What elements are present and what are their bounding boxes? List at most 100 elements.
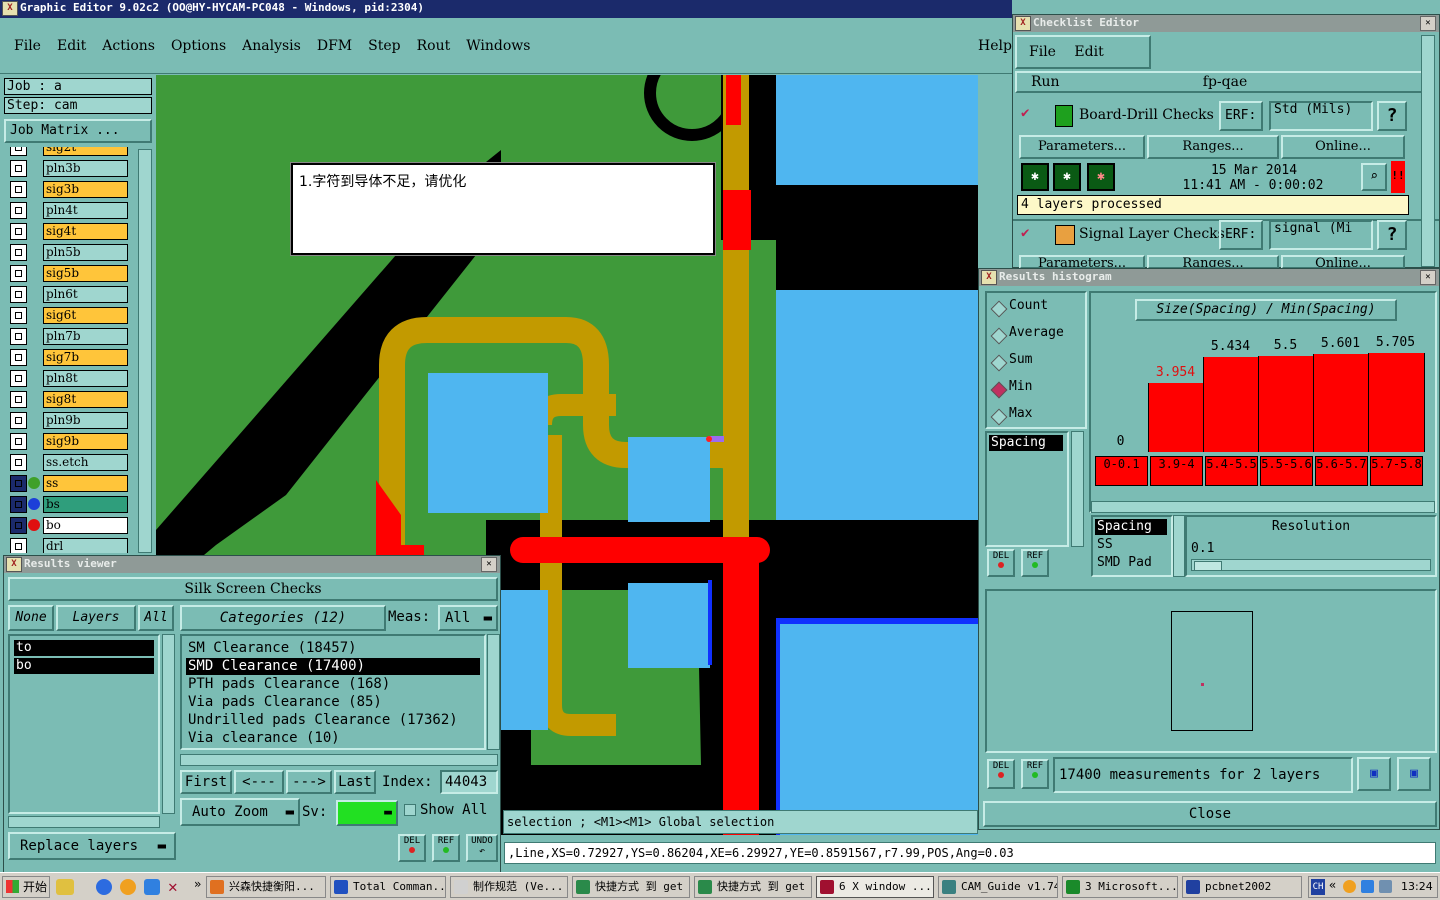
del-button[interactable]: DEL [987,549,1015,577]
menu-dfm[interactable]: DFM [317,38,352,54]
close-icon[interactable]: ✕ [481,557,497,572]
layer-row-bo[interactable]: bo [10,517,128,534]
radio-count[interactable] [990,300,1008,318]
export-icon[interactable]: ▣ [1357,757,1391,791]
layer-row-ss[interactable]: ss [10,475,128,492]
layer-checkbox[interactable] [10,160,27,177]
layer-checkbox[interactable] [10,307,27,324]
none-button[interactable]: None [8,605,54,631]
undo-button[interactable]: UNDO ↶ [466,834,498,862]
menu-help[interactable]: Help [978,38,1012,54]
layer-checkbox[interactable] [10,391,27,408]
layer-row-sig8t[interactable]: sig8t [10,391,128,408]
del-button[interactable]: DEL [398,834,426,862]
layer-row-pln4t[interactable]: pln4t [10,202,128,219]
layer-checkbox[interactable] [10,223,27,240]
radio-max[interactable] [990,408,1008,426]
radio-average[interactable] [990,327,1008,345]
erf-field[interactable]: Std (Mils) [1269,101,1373,131]
close-button[interactable]: Close [983,801,1437,827]
histogram-bar[interactable] [1368,353,1425,452]
layer-row-bs[interactable]: bs [10,496,128,513]
layer-row-sig7b[interactable]: sig7b [10,349,128,366]
close-icon[interactable]: ✕ [1420,16,1436,31]
layer-row-sig2t[interactable]: sig2t [10,147,128,156]
field-list[interactable]: Spacing SS SMD Pad [1091,515,1173,577]
list-item[interactable]: PTH pads Clearance (168) [186,676,480,693]
check-enabled-icon[interactable]: ✔ [1021,225,1029,241]
radio-min[interactable] [990,381,1008,399]
last-button[interactable]: Last [334,770,376,794]
index-input[interactable]: 44043 [440,770,498,794]
layer-scrollbar[interactable] [138,149,152,553]
menu-windows[interactable]: Windows [466,38,530,54]
parameters-button[interactable]: Parameters... [1019,135,1145,159]
tray-app-icon[interactable] [1361,880,1374,893]
online-button[interactable]: Online... [1281,255,1405,269]
layer-row-sig9b[interactable]: sig9b [10,433,128,450]
chart-hscroll[interactable] [1091,501,1435,513]
tray-clock-icon[interactable] [1343,880,1356,893]
spacing-list[interactable]: Spacing [985,431,1069,547]
layer-color-icon[interactable] [28,519,40,531]
browser-icon[interactable] [96,879,112,895]
radio-sum[interactable] [990,354,1008,372]
tray-expand-icon[interactable]: « [1329,878,1336,892]
tray-network-icon[interactable] [1379,880,1392,893]
clock-app-icon[interactable] [120,879,136,895]
layer-checkbox[interactable] [10,181,27,198]
bin-label[interactable]: 0-0.1 [1095,456,1148,486]
menu-file[interactable]: File [14,38,41,54]
list-item[interactable]: SMD Pad [1097,555,1152,571]
layer-checkbox[interactable] [10,538,27,553]
histogram-bar[interactable] [1258,356,1315,452]
layer-list-scrollbar[interactable] [162,634,175,814]
category-hscroll[interactable] [180,754,498,766]
list-item[interactable]: bo [14,658,154,674]
layer-color-icon[interactable] [28,477,40,489]
layer-row-pln9b[interactable]: pln9b [10,412,128,429]
run-icon[interactable]: ✱ [1087,163,1115,191]
layer-checkbox[interactable] [10,147,27,156]
slider-thumb[interactable] [1194,561,1222,571]
menu-edit[interactable]: Edit [57,38,86,54]
taskbar-item[interactable]: 快捷方式 到 get [572,876,690,898]
layer-checkbox[interactable] [10,244,27,261]
auto-zoom-select[interactable]: Auto Zoom ▬ [180,798,300,826]
online-button[interactable]: Online... [1281,135,1405,159]
list-item[interactable]: Spacing [989,435,1063,451]
taskbar-item[interactable]: 快捷方式 到 get [694,876,812,898]
taskbar-item[interactable]: pcbnet2002 [1182,876,1302,898]
layer-checkbox[interactable] [10,265,27,282]
check-enabled-icon[interactable]: ✔ [1021,105,1029,121]
parameters-button[interactable]: Parameters... [1019,255,1145,269]
next-button[interactable]: ---> [286,770,332,794]
show-all-checkbox[interactable] [404,804,416,816]
layer-checkbox[interactable] [10,349,27,366]
bin-label[interactable]: 5.7-5.8 [1370,456,1423,486]
close-icon[interactable]: ✕ [1420,270,1436,285]
ref-button[interactable]: REF [1021,759,1049,789]
layer-list-hscroll[interactable] [8,816,160,828]
field-scrollbar[interactable] [1173,515,1185,577]
bin-label[interactable]: 5.5-5.6 [1260,456,1313,486]
all-button[interactable]: All [138,605,174,631]
more-icon[interactable]: » [194,877,201,891]
run-icon[interactable]: ✱ [1053,163,1081,191]
histogram-bar[interactable] [1203,357,1260,452]
menu-options[interactable]: Options [171,38,226,54]
sv-select[interactable]: ▬ [336,800,398,826]
layer-checkbox[interactable] [10,412,27,429]
ranges-button[interactable]: Ranges... [1147,135,1279,159]
bin-label[interactable]: 3.9-4 [1150,456,1203,486]
app-icon[interactable] [144,879,160,895]
layer-checkbox[interactable] [10,433,27,450]
help-button[interactable]: ? [1377,101,1407,131]
taskbar-item[interactable]: CAM_Guide v1.74 [938,876,1058,898]
list-item[interactable]: SM Clearance (18457) [186,640,480,657]
layer-checkbox[interactable] [10,517,27,534]
menu-rout[interactable]: Rout [417,38,451,54]
first-button[interactable]: First [180,770,232,794]
category-scrollbar[interactable] [487,634,500,750]
taskbar-item[interactable]: Total Comman... [330,876,446,898]
